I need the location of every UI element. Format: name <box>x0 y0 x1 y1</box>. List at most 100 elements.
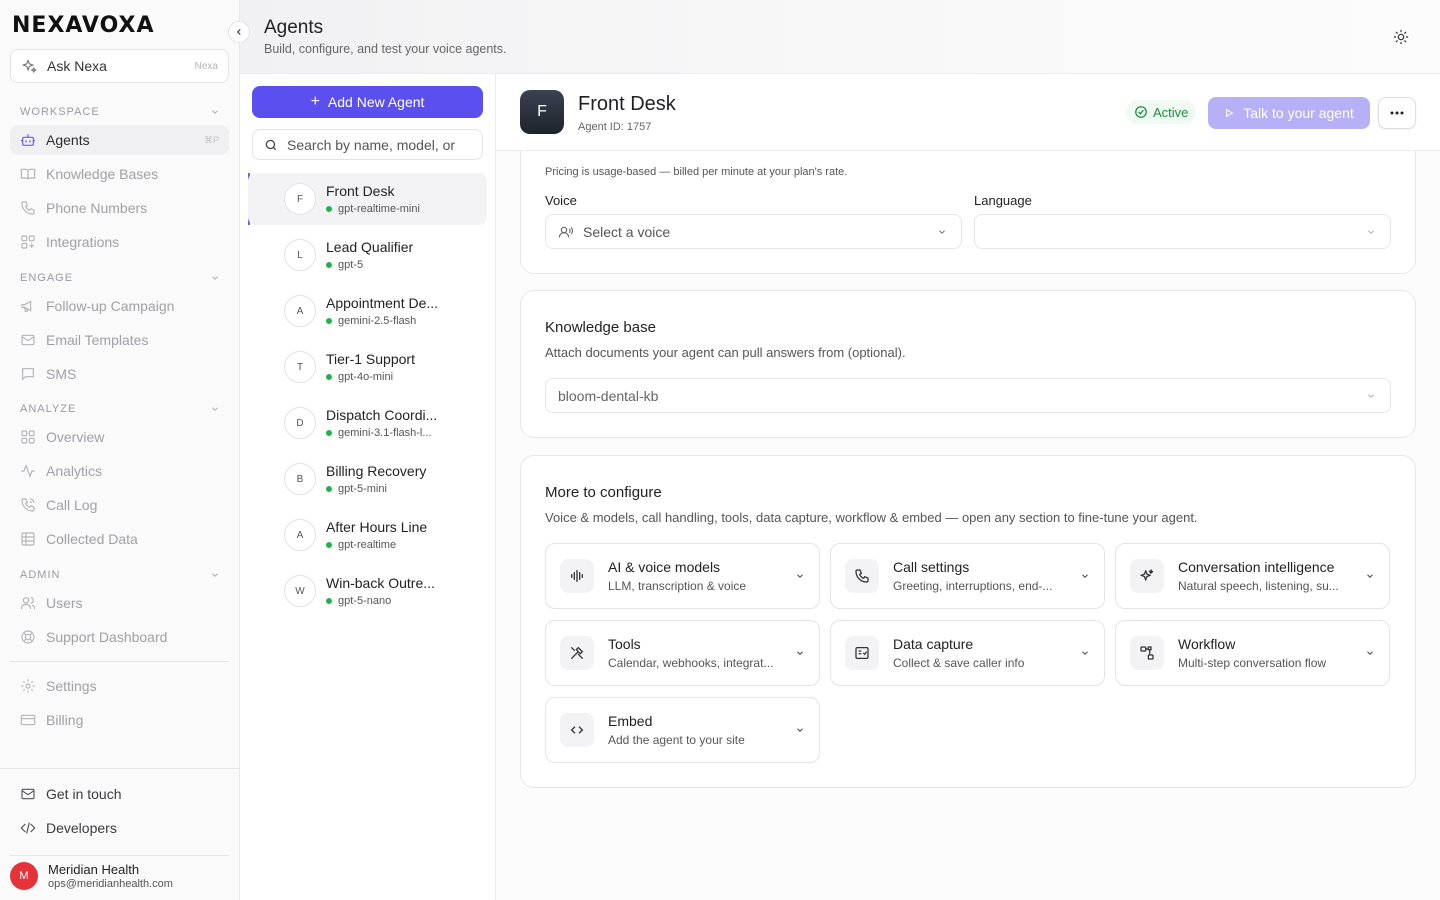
status-dot <box>326 542 332 548</box>
chevron-down-icon <box>210 273 220 283</box>
config-tile-call-settings[interactable]: Call settings Greeting, interruptions, en… <box>830 543 1105 609</box>
agent-name: Appointment De... <box>326 295 439 311</box>
config-tile-conversation-intelligence[interactable]: Conversation intelligence Natural speech,… <box>1115 543 1390 609</box>
agent-list-item[interactable]: T Tier-1 Support gpt-4o-mini <box>248 341 487 393</box>
agent-detail-header: F Front Desk Agent ID: 1757 Active Talk … <box>496 74 1440 151</box>
agent-model: gemini-2.5-flash <box>338 315 417 327</box>
agent-name: Front Desk <box>326 183 395 199</box>
page-title: Agents <box>264 17 324 38</box>
add-new-agent-button[interactable]: + Add New Agent <box>252 86 483 118</box>
agent-model: gpt-5-mini <box>338 483 387 495</box>
section-title: ANALYZE <box>20 403 77 415</box>
agent-list-item[interactable]: W Win-back Outre... gpt-5-nano <box>248 565 487 617</box>
chevron-down-icon <box>210 570 220 580</box>
ask-nexa-button[interactable]: Ask Nexa Nexa <box>10 49 229 83</box>
tile-title: Workflow <box>1178 636 1236 652</box>
sidebar-item-label: Integrations <box>46 234 120 250</box>
agent-detail-panel: F Front Desk Agent ID: 1757 Active Talk … <box>496 74 1440 900</box>
more-options-button[interactable] <box>1378 97 1416 129</box>
agent-avatar: T <box>284 351 316 383</box>
agent-list-item[interactable]: F Front Desk gpt-realtime-mini <box>248 173 487 225</box>
sidebar-item-collected-data[interactable]: Collected Data <box>10 524 229 554</box>
voice-select[interactable]: Select a voice <box>545 214 962 249</box>
theme-toggle-button[interactable] <box>1393 29 1409 45</box>
sidebar-item-agents[interactable]: Agents ⌘P <box>10 125 229 155</box>
book-icon <box>20 166 36 182</box>
sidebar-item-label: Knowledge Bases <box>46 166 159 182</box>
agent-list-item[interactable]: B Billing Recovery gpt-5-mini <box>248 453 487 505</box>
users-icon <box>20 595 36 611</box>
config-tile-tools[interactable]: Tools Calendar, webhooks, integrat... <box>545 620 820 686</box>
section-engage[interactable]: ENGAGE <box>20 272 220 284</box>
megaphone-icon <box>20 298 36 314</box>
integrations-icon <box>20 234 36 250</box>
brand-logo[interactable]: NEXAVOXA <box>12 13 154 38</box>
sidebar-item-developers[interactable]: Developers <box>10 813 229 843</box>
chevron-down-icon <box>1365 571 1375 581</box>
sidebar-divider <box>10 661 229 662</box>
talk-to-agent-button[interactable]: Talk to your agent <box>1208 97 1370 129</box>
sidebar-item-overview[interactable]: Overview <box>10 422 229 452</box>
sidebar-item-sms[interactable]: SMS <box>10 359 229 389</box>
agent-avatar: W <box>284 575 316 607</box>
knowledge-base-select[interactable]: bloom-dental-kb <box>545 378 1391 413</box>
agent-id: Agent ID: 1757 <box>578 121 652 133</box>
language-select[interactable] <box>974 214 1391 249</box>
pricing-note: Pricing is usage-based — billed per minu… <box>545 166 848 178</box>
sidebar-item-support-dashboard[interactable]: Support Dashboard <box>10 622 229 652</box>
tile-subtitle: LLM, transcription & voice <box>608 579 747 593</box>
sidebar-item-users[interactable]: Users <box>10 588 229 618</box>
agent-list-item[interactable]: L Lead Qualifier gpt-5 <box>248 229 487 281</box>
audio-wave-icon <box>560 559 594 593</box>
chevron-down-icon <box>795 571 805 581</box>
bot-icon <box>20 132 36 148</box>
workflow-icon <box>1130 636 1164 670</box>
agent-list-item[interactable]: A Appointment De... gemini-2.5-flash <box>248 285 487 337</box>
tile-subtitle: Multi-step conversation flow <box>1178 656 1327 670</box>
config-tile-ai-voice-models[interactable]: AI & voice models LLM, transcription & vo… <box>545 543 820 609</box>
config-tile-data-capture[interactable]: Data capture Collect & save caller info <box>830 620 1105 686</box>
status-dot <box>326 374 332 380</box>
chevron-left-icon <box>234 27 244 37</box>
code-icon <box>560 713 594 747</box>
more-to-configure-subtitle: Voice & models, call handling, tools, da… <box>545 510 1198 525</box>
status-dot <box>326 206 332 212</box>
collapse-sidebar-button[interactable] <box>228 21 250 43</box>
section-workspace[interactable]: WORKSPACE <box>20 106 220 118</box>
sidebar-item-integrations[interactable]: Integrations <box>10 227 229 257</box>
agent-title: Front Desk <box>578 93 676 115</box>
user-profile[interactable]: M Meridian Health ops@meridianhealth.com <box>10 862 173 890</box>
sidebar-item-label: Developers <box>46 820 117 836</box>
section-analyze[interactable]: ANALYZE <box>20 403 220 415</box>
status-dot <box>326 318 332 324</box>
agent-avatar: D <box>284 407 316 439</box>
tile-title: Conversation intelligence <box>1178 559 1335 575</box>
tile-subtitle: Add the agent to your site <box>608 733 745 747</box>
ask-nexa-label: Ask Nexa <box>47 58 107 74</box>
sidebar-item-get-in-touch[interactable]: Get in touch <box>10 779 229 809</box>
config-tile-workflow[interactable]: Workflow Multi-step conversation flow <box>1115 620 1390 686</box>
sidebar-item-billing[interactable]: Billing <box>10 705 229 735</box>
status-label: Active <box>1153 104 1189 120</box>
config-tile-embed[interactable]: Embed Add the agent to your site <box>545 697 820 763</box>
language-label: Language <box>974 193 1032 208</box>
agent-search <box>252 129 483 160</box>
sidebar-item-knowledge-bases[interactable]: Knowledge Bases <box>10 159 229 189</box>
sidebar-item-phone-numbers[interactable]: Phone Numbers <box>10 193 229 223</box>
phone-call-icon <box>20 497 36 513</box>
sidebar-item-email-templates[interactable]: Email Templates <box>10 325 229 355</box>
agent-list-item[interactable]: D Dispatch Coordi... gemini-3.1-flash-l.… <box>248 397 487 449</box>
agent-list-item[interactable]: A After Hours Line gpt-realtime <box>248 509 487 561</box>
table-icon <box>20 531 36 547</box>
sidebar-item-label: Email Templates <box>46 332 149 348</box>
sidebar-item-follow-up-campaign[interactable]: Follow-up Campaign <box>10 291 229 321</box>
tools-icon <box>560 636 594 670</box>
agent-name: Billing Recovery <box>326 463 427 479</box>
sidebar-item-settings[interactable]: Settings <box>10 671 229 701</box>
sidebar-item-analytics[interactable]: Analytics <box>10 456 229 486</box>
section-admin[interactable]: ADMIN <box>20 569 220 581</box>
knowledge-base-card: Knowledge base Attach documents your age… <box>520 290 1416 438</box>
search-input[interactable] <box>287 136 457 153</box>
sidebar-item-call-log[interactable]: Call Log <box>10 490 229 520</box>
tile-subtitle: Calendar, webhooks, integrat... <box>608 656 774 670</box>
